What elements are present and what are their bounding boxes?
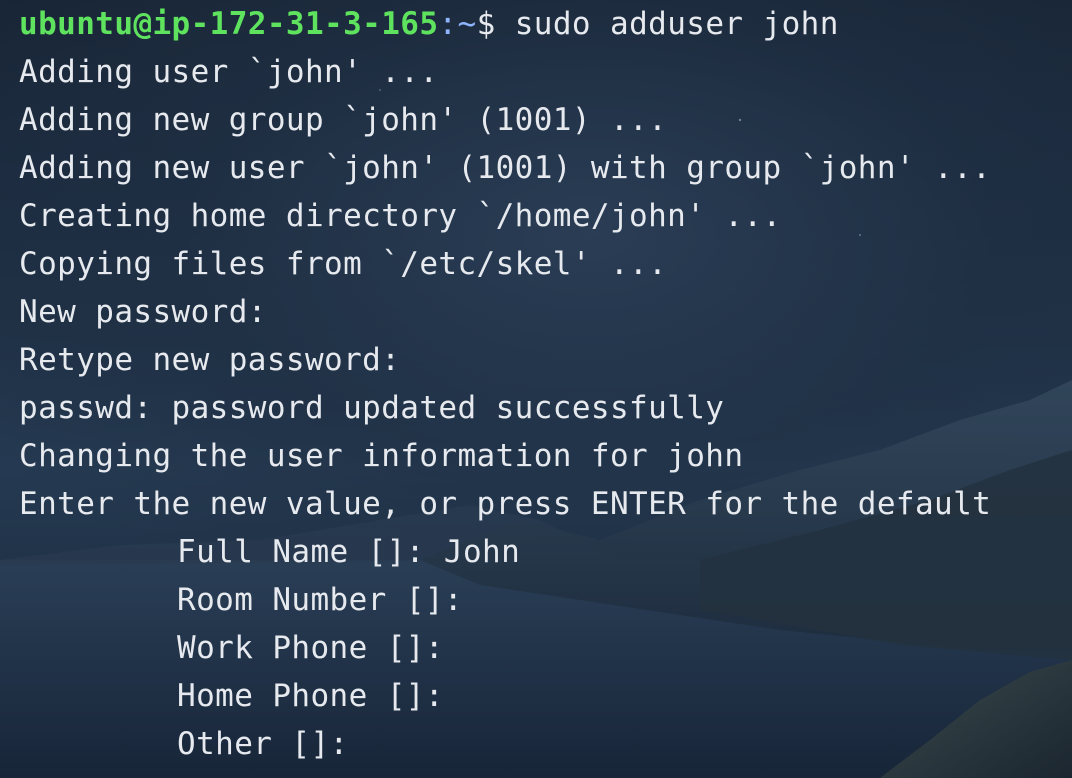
command-text: sudo adduser john (514, 6, 839, 42)
output-line: Retype new password: (19, 342, 401, 378)
prompt-colon: : (438, 6, 458, 42)
prompt-symbol: $ (476, 6, 515, 42)
output-line: Adding new user `john' (1001) with group… (19, 150, 992, 186)
field-home-phone: Home Phone []: (177, 678, 444, 714)
output-line: Copying files from `/etc/skel' ... (19, 246, 668, 282)
output-line: New password: (19, 294, 267, 330)
output-line: Enter the new value, or press ENTER for … (19, 486, 992, 522)
terminal-window[interactable]: ubuntu@ip-172-31-3-165:~$ sudo adduser j… (0, 0, 1072, 778)
output-line: Adding new group `john' (1001) ... (19, 102, 668, 138)
field-full-name: Full Name []: John (177, 534, 521, 570)
prompt-path: ~ (457, 6, 477, 42)
field-room-number: Room Number []: (177, 582, 463, 618)
field-work-phone: Work Phone []: (177, 630, 444, 666)
output-line: passwd: password updated successfully (19, 390, 725, 426)
command-line: ubuntu@ip-172-31-3-165:~$ sudo adduser j… (19, 0, 839, 48)
output-line: Adding user `john' ... (19, 54, 439, 90)
output-line: Changing the user information for john (19, 438, 744, 474)
field-other: Other []: (177, 726, 349, 762)
prompt-user-host: ubuntu@ip-172-31-3-165 (19, 6, 439, 42)
output-line: Creating home directory `/home/john' ... (19, 198, 782, 234)
